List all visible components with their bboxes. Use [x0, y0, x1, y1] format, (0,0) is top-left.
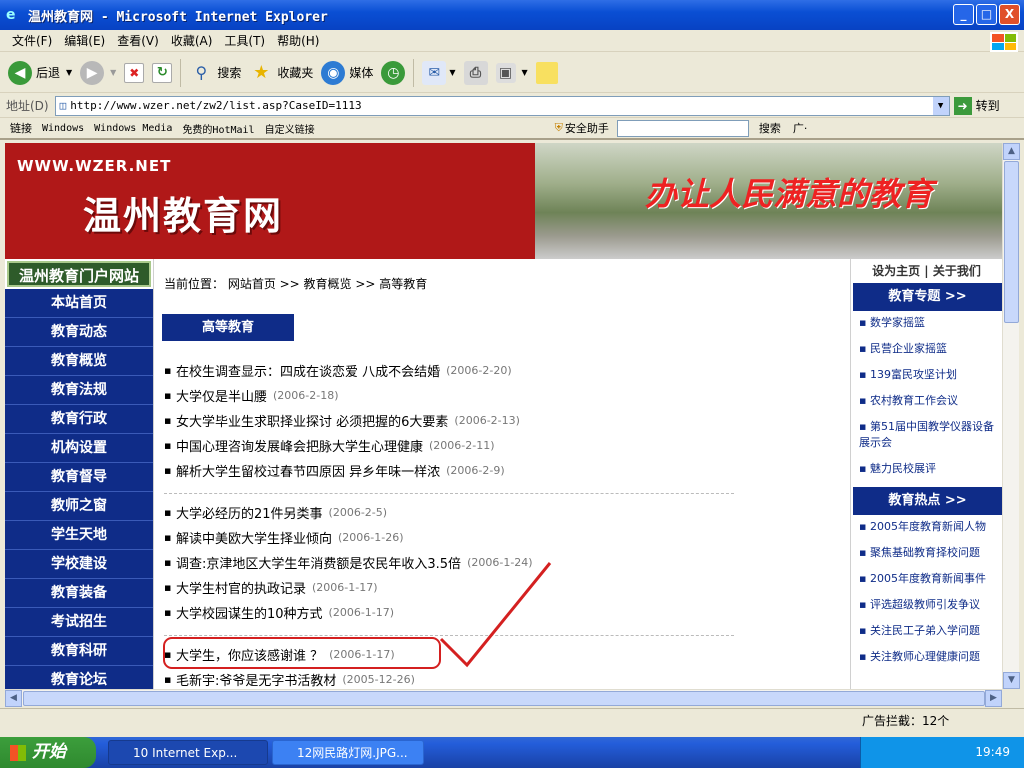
media-label: 媒体 [349, 66, 374, 80]
back-button[interactable]: ◀ 后退 ▼ [8, 60, 72, 85]
menu-tools[interactable]: 工具(T) [224, 32, 265, 49]
taskbar: 开始 10 Internet Exp... 12网民路灯网.JPG... 19:… [0, 737, 1024, 768]
toolbar-search-input[interactable] [616, 119, 749, 137]
link-windows[interactable]: Windows [42, 123, 84, 134]
toolbar-search-button[interactable]: 搜索 [759, 120, 781, 136]
print-icon: ⎙ [463, 60, 488, 85]
back-label: 后退 [36, 66, 61, 80]
scroll-down-icon[interactable]: ▼ [1003, 672, 1020, 689]
task-label: 12网民路灯网.JPG... [297, 746, 408, 760]
edit-page-icon: ▣ [495, 62, 516, 83]
window-title: 温州教育网 - Microsoft Internet Explorer [28, 9, 328, 25]
ad-block-status: 广告拦截：12个 [862, 714, 950, 728]
page-viewport: WWW.WZER.NET 温州教育网 办让人民满意的教育 温州教育门户网站 本站… [5, 143, 1002, 689]
refresh-icon: ↻ [152, 62, 173, 83]
search-label: 搜索 [217, 66, 242, 80]
forward-dropdown-icon[interactable]: ▼ [110, 68, 116, 77]
address-input[interactable]: ◫ http://www.wzer.net/zw2/list.asp?CaseI… [54, 95, 950, 116]
horizontal-scrollbar[interactable]: ◀ ▶ [5, 689, 1002, 707]
task-label: 10 Internet Exp... [133, 746, 238, 760]
edit-dropdown-icon[interactable]: ▼ [522, 68, 528, 77]
menu-bar: 文件(F) 编辑(E) 查看(V) 收藏(A) 工具(T) 帮助(H) [0, 30, 1024, 52]
print-button[interactable]: ⎙ [463, 60, 488, 85]
note-icon [535, 61, 558, 84]
scroll-thumb[interactable] [1004, 161, 1019, 323]
links-bar: 链接 Windows Windows Media 免费的HotMail 自定义链… [0, 118, 1024, 140]
windows-flag-icon [10, 745, 26, 761]
go-arrow-icon[interactable]: ➜ [953, 96, 972, 115]
stop-button[interactable]: ✖ [124, 62, 145, 83]
media-globe-icon: ◉ [321, 60, 346, 85]
menu-view[interactable]: 查看(V) [117, 32, 159, 49]
refresh-button[interactable]: ↻ [152, 62, 173, 83]
hscroll-thumb[interactable] [23, 691, 985, 706]
forward-arrow-icon: ▶ [80, 60, 105, 85]
mail-icon: ✉ [422, 60, 447, 85]
forward-button[interactable]: ▶ ▼ [80, 60, 116, 85]
star-icon: ★ [253, 62, 270, 83]
edit-button[interactable]: ▣ ▼ [495, 62, 528, 83]
history-icon: ◷ [381, 60, 406, 85]
minimize-button[interactable]: _ [953, 4, 974, 25]
system-tray: 19:49 [860, 737, 1024, 768]
status-bar: 广告拦截：12个 [0, 708, 1024, 730]
ie-icon: e [6, 7, 16, 23]
address-bar: 地址(D) ◫ http://www.wzer.net/zw2/list.asp… [0, 94, 1024, 118]
messenger-button[interactable] [535, 61, 558, 84]
toolbar-separator [180, 58, 182, 87]
annotation-checkmark [439, 562, 552, 668]
start-button[interactable]: 开始 [0, 737, 96, 768]
toolbar: ◀ 后退 ▼ ▶ ▼ ✖ ↻ ⚲ 搜索 ★ 收藏夹 ◉ 媒体 ◷ ✉ ▼ ⎙ ▣… [0, 53, 1024, 93]
close-button[interactable]: X [999, 4, 1020, 25]
menu-help[interactable]: 帮助(H) [277, 32, 319, 49]
scroll-left-icon[interactable]: ◀ [5, 690, 22, 707]
back-arrow-icon: ◀ [8, 60, 32, 85]
link-custom[interactable]: 自定义链接 [265, 121, 315, 136]
mail-button[interactable]: ✉ ▼ [422, 60, 456, 85]
address-url[interactable]: http://www.wzer.net/zw2/list.asp?CaseID=… [70, 99, 361, 112]
toolbar-more[interactable]: 广· [793, 120, 808, 136]
address-label: 地址(D) [6, 99, 49, 113]
link-windows-media[interactable]: Windows Media [94, 123, 172, 134]
vertical-scrollbar[interactable]: ▲ ▼ [1002, 143, 1020, 689]
links-label: 链接 [10, 122, 32, 135]
page-icon: ◫ [59, 99, 67, 112]
menu-favorites[interactable]: 收藏(A) [171, 32, 213, 49]
security-assistant[interactable]: 安全助手 [565, 120, 609, 136]
maximize-button[interactable]: □ [976, 4, 997, 25]
start-label: 开始 [32, 742, 66, 762]
search-button[interactable]: ⚲ 搜索 [189, 61, 241, 85]
address-dropdown-icon[interactable]: ▼ [932, 96, 949, 115]
scroll-right-icon[interactable]: ▶ [985, 690, 1002, 707]
history-button[interactable]: ◷ [381, 60, 406, 85]
back-dropdown-icon[interactable]: ▼ [66, 68, 72, 77]
menu-edit[interactable]: 编辑(E) [64, 32, 105, 49]
taskbar-item-ie[interactable]: 10 Internet Exp... [108, 740, 268, 765]
link-hotmail[interactable]: 免费的HotMail [182, 121, 254, 136]
title-bar: e 温州教育网 - Microsoft Internet Explorer _ … [0, 0, 1024, 30]
favorites-label: 收藏夹 [277, 66, 314, 80]
windows-logo-icon [990, 32, 1018, 52]
mail-dropdown-icon[interactable]: ▼ [449, 68, 455, 77]
media-button[interactable]: ◉ 媒体 [321, 60, 374, 85]
scroll-up-icon[interactable]: ▲ [1003, 143, 1020, 160]
toolbar-separator [413, 58, 415, 87]
stop-icon: ✖ [124, 62, 145, 83]
taskbar-item-image[interactable]: 12网民路灯网.JPG... [272, 740, 424, 765]
menu-file[interactable]: 文件(F) [12, 32, 52, 49]
search-icon: ⚲ [195, 63, 208, 82]
clock: 19:49 [975, 745, 1010, 759]
go-button[interactable]: 转到 [976, 97, 1000, 114]
security-shield-icon: ⛨ [554, 121, 563, 134]
favorites-button[interactable]: ★ 收藏夹 [249, 61, 313, 85]
